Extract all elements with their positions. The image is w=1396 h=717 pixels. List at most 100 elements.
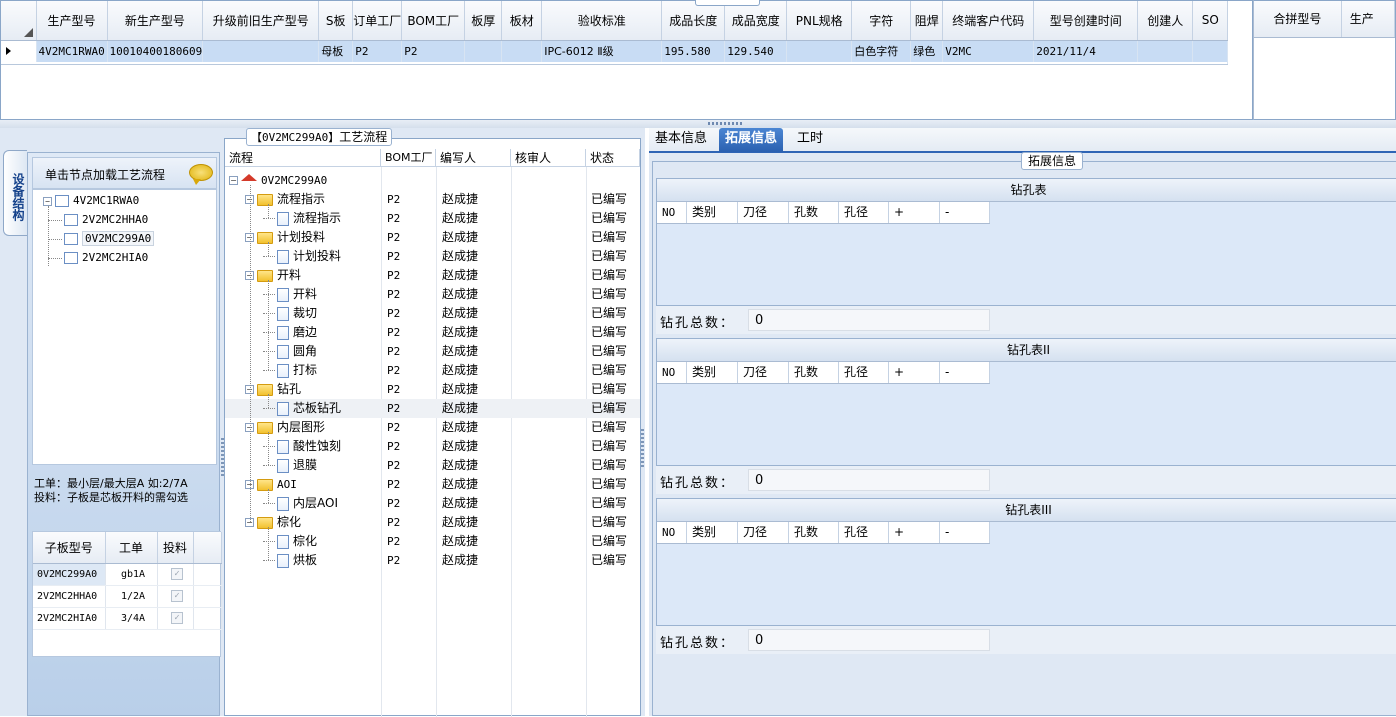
cell[interactable]: IPC-6012 Ⅱ级 [541,40,663,62]
col-header[interactable]: SO [1192,1,1229,41]
cell[interactable]: 195.580 [661,40,726,62]
cell[interactable] [1137,40,1194,62]
cell[interactable] [501,40,543,62]
tab-work-hours[interactable]: 工时 [791,128,829,152]
feed-checkbox-cell[interactable]: ✓ [157,585,194,608]
drill-total-field[interactable]: 0 [748,629,990,651]
cell[interactable]: P2 [352,40,403,62]
process-step-row[interactable]: 酸性蚀刻 P2 赵成捷 已编写 [225,437,640,456]
process-group-row[interactable]: − 开料 P2 赵成捷 已编写 [225,266,640,285]
col-bom[interactable]: BOM工厂 [381,149,436,167]
sub-order-cell[interactable]: 3/4A [105,607,158,630]
col-header[interactable]: PNL规格 [786,1,853,41]
drill-col-header[interactable]: 类别 [687,202,738,223]
drill-col-header[interactable]: 孔径 [839,522,889,543]
sub-col-model[interactable]: 子板型号 [33,532,106,564]
drill-total-field[interactable]: 0 [748,309,990,331]
col-header[interactable]: 型号创建时间 [1033,1,1139,41]
sub-order-cell[interactable]: gb1A [105,563,158,586]
feed-checkbox[interactable]: ✓ [171,590,183,602]
feed-checkbox-cell[interactable]: ✓ [157,607,194,630]
proc-splitter-grip[interactable] [641,429,644,469]
process-step-row[interactable]: 棕化 P2 赵成捷 已编写 [225,532,640,551]
drill-col-header[interactable]: - [940,202,990,223]
process-group-row[interactable]: − 钻孔 P2 赵成捷 已编写 [225,380,640,399]
process-group-row[interactable]: − 流程指示 P2 赵成捷 已编写 [225,190,640,209]
cell[interactable]: 10010400180609 [107,40,204,62]
feed-checkbox[interactable]: ✓ [171,612,183,624]
process-step-row[interactable]: 裁切 P2 赵成捷 已编写 [225,304,640,323]
sub-board-row[interactable]: 2V2MC2HIA0 3/4A ✓ [33,607,222,630]
sub-board-row[interactable]: 0V2MC299A0 gb1A ✓ [33,563,222,586]
drill-table[interactable]: 钻孔表II NO 类别 刀径 孔数 孔径 + - [656,338,1396,466]
drill-col-header[interactable]: 刀径 [738,522,789,543]
col-header[interactable]: 板厚 [464,1,503,41]
col-header[interactable]: BOM工厂 [401,1,466,41]
merge-col-prod[interactable]: 生产 [1341,1,1395,38]
process-step-row[interactable]: 芯板钻孔 P2 赵成捷 已编写 [225,399,640,418]
drill-total-field[interactable]: 0 [748,469,990,491]
drill-col-header[interactable]: 孔数 [789,522,839,543]
merge-col-model[interactable]: 合拼型号 [1254,1,1342,38]
process-root-row[interactable]: −0V2MC299A0 [225,171,640,190]
process-step-row[interactable]: 打标 P2 赵成捷 已编写 [225,361,640,380]
sub-order-cell[interactable]: 1/2A [105,585,158,608]
sub-model-cell[interactable]: 0V2MC299A0 [33,563,106,586]
tree-node-child[interactable]: 2V2MC2HIA0 [48,251,148,264]
drill-col-header[interactable]: NO [657,522,687,543]
drill-col-header[interactable]: NO [657,202,687,223]
feed-checkbox[interactable]: ✓ [171,568,183,580]
drill-col-header[interactable]: + [889,202,940,223]
process-group-row[interactable]: − AOI P2 赵成捷 已编写 [225,475,640,494]
merge-model-grid[interactable]: 合拼型号 生产 [1253,0,1396,120]
sub-col-feed[interactable]: 投料 [157,532,194,564]
drill-col-header[interactable]: 类别 [687,362,738,383]
sub-model-cell[interactable]: 2V2MC2HHA0 [33,585,106,608]
drill-col-header[interactable]: 刀径 [738,362,789,383]
horizontal-splitter[interactable] [0,120,1396,128]
sub-board-grid[interactable]: 子板型号 工单 投料 0V2MC299A0 gb1A ✓ 2V2MC2HHA0 1/2A… [32,531,222,657]
col-header[interactable]: 订单工厂 [352,1,403,41]
cell[interactable]: 白色字符 [851,40,912,62]
cell[interactable] [202,40,320,62]
col-header[interactable]: S板 [318,1,354,41]
product-grid[interactable]: 生产型号 新生产型号 升级前旧生产型号 S板 订单工厂 BOM工厂 板厚 板材 验收标准 成品长度… [0,0,1253,120]
drill-col-header[interactable]: 孔数 [789,202,839,223]
sub-board-row[interactable]: 2V2MC2HHA0 1/2A ✓ [33,585,222,608]
process-step-row[interactable]: 计划投料 P2 赵成捷 已编写 [225,247,640,266]
col-reviewer[interactable]: 核审人 [511,149,586,167]
process-step-row[interactable]: 开料 P2 赵成捷 已编写 [225,285,640,304]
col-header[interactable]: 验收标准 [541,1,663,41]
tree-node-child-selected[interactable]: 0V2MC299A0 [48,231,155,246]
cell[interactable] [1192,40,1229,62]
col-writer[interactable]: 编写人 [436,149,511,167]
col-header[interactable]: 创建人 [1137,1,1194,41]
cell[interactable]: 母板 [318,40,354,62]
drill-col-header[interactable]: 刀径 [738,202,789,223]
drill-table[interactable]: 钻孔表III NO 类别 刀径 孔数 孔径 + - [656,498,1396,626]
drill-table[interactable]: 钻孔表 NO 类别 刀径 孔数 孔径 + - [656,178,1396,306]
col-header[interactable]: 板材 [501,1,543,41]
top-collapse-handle[interactable] [695,0,760,6]
process-group-row[interactable]: − 棕化 P2 赵成捷 已编写 [225,513,640,532]
drill-col-header[interactable]: - [940,362,990,383]
process-step-row[interactable]: 烘板 P2 赵成捷 已编写 [225,551,640,570]
col-header[interactable]: 终端客户代码 [942,1,1035,41]
drill-col-header[interactable]: 孔径 [839,362,889,383]
col-header[interactable]: 阻焊 [910,1,944,41]
process-group-row[interactable]: − 计划投料 P2 赵成捷 已编写 [225,228,640,247]
process-step-row[interactable]: 退膜 P2 赵成捷 已编写 [225,456,640,475]
collapse-toggle-icon[interactable]: − [43,196,52,206]
process-step-row[interactable]: 圆角 P2 赵成捷 已编写 [225,342,640,361]
cell[interactable]: 4V2MC1RWA0 [36,40,108,62]
cell[interactable]: V2MC [942,40,1035,62]
cell[interactable] [464,40,503,62]
collapse-toggle-icon[interactable]: − [229,176,238,185]
col-header[interactable]: 成品长度 [661,1,726,41]
sub-model-cell[interactable]: 2V2MC2HIA0 [33,607,106,630]
tab-basic-info[interactable]: 基本信息 [649,128,713,152]
col-flow[interactable]: 流程 [225,149,381,167]
tree-node-root[interactable]: −4V2MC1RWA0 [43,194,139,207]
tree-node-child[interactable]: 2V2MC2HHA0 [48,213,148,226]
sub-col-order[interactable]: 工单 [105,532,158,564]
